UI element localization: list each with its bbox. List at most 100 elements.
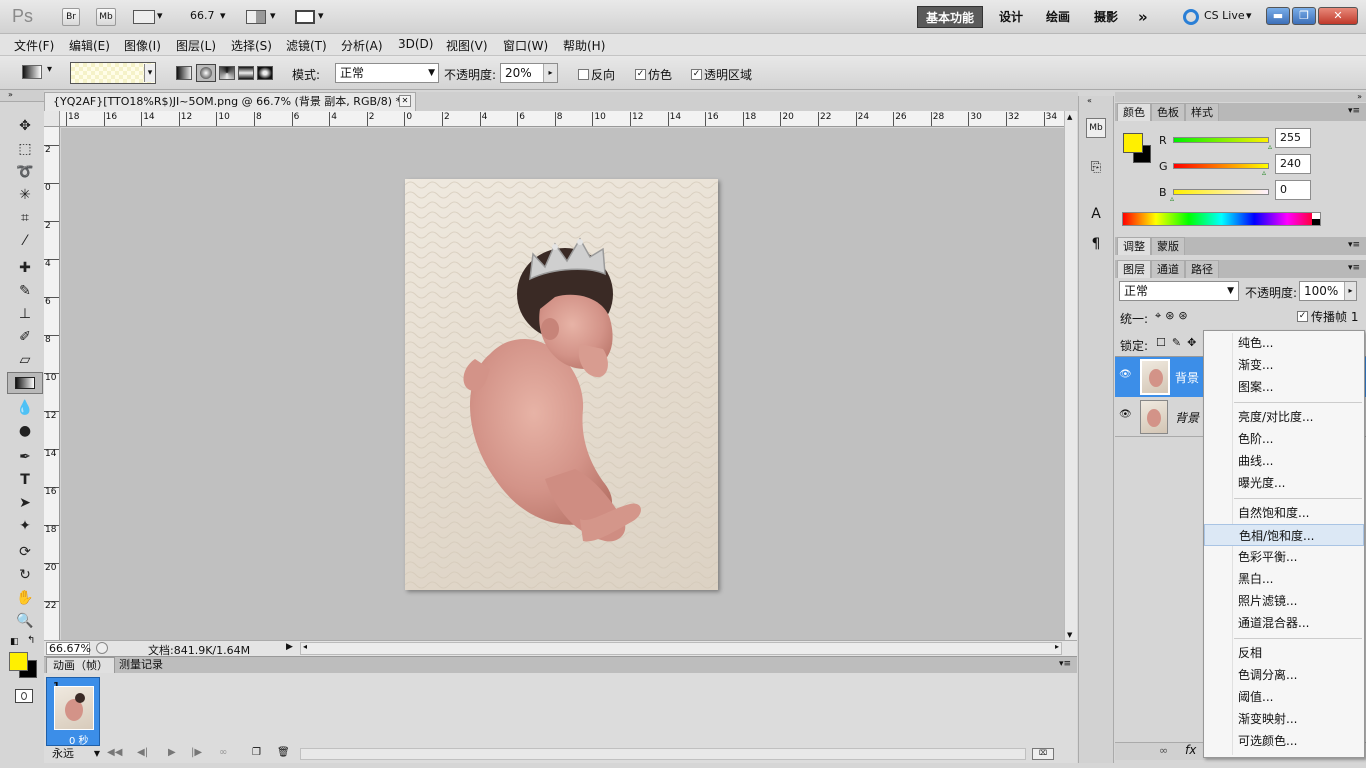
eyedropper-tool-icon[interactable]: ⁄: [7, 230, 43, 252]
chevron-down-icon[interactable]: ▾: [1246, 9, 1252, 22]
tab-paths[interactable]: 路径: [1185, 260, 1219, 278]
menu-item-gradient[interactable]: 渐变...: [1204, 354, 1364, 376]
menu-item-levels[interactable]: 色阶...: [1204, 428, 1364, 450]
tool-preset-icon[interactable]: [22, 65, 42, 79]
menu-item-invert[interactable]: 反相: [1204, 642, 1364, 664]
menu-item-pattern[interactable]: 图案...: [1204, 376, 1364, 398]
pen-tool-icon[interactable]: ✒: [7, 446, 43, 468]
foreground-color-swatch[interactable]: [9, 652, 28, 671]
panel-menu-icon[interactable]: ▾≡: [1348, 240, 1360, 250]
hand-tool-icon[interactable]: ✋: [7, 587, 43, 609]
marquee-tool-icon[interactable]: ⬚: [7, 138, 43, 160]
zoom-input[interactable]: 66.67%: [46, 642, 91, 655]
angle-gradient-icon[interactable]: [219, 66, 235, 80]
screen-mode-icon[interactable]: [295, 10, 315, 24]
animation-frame[interactable]: 1 0 秒: [46, 677, 100, 747]
chevron-up-icon[interactable]: ▲: [1067, 113, 1072, 121]
menu-layer[interactable]: 图层(L): [176, 37, 216, 54]
reflected-gradient-icon[interactable]: [238, 66, 254, 80]
g-slider[interactable]: ▵: [1173, 163, 1269, 177]
slider-handle-icon[interactable]: ▵: [1268, 142, 1272, 151]
color-spectrum-bar[interactable]: [1122, 212, 1321, 226]
minimize-icon[interactable]: ▬: [1266, 7, 1290, 25]
path-selection-tool-icon[interactable]: ➤: [7, 492, 43, 514]
r-slider[interactable]: ▵: [1173, 137, 1272, 151]
chevron-down-icon[interactable]: ▾: [220, 9, 226, 22]
paragraph-panel-icon[interactable]: ¶: [1086, 236, 1106, 256]
tab-channels[interactable]: 通道: [1151, 260, 1185, 278]
tween-icon[interactable]: ∞: [219, 747, 227, 758]
chevron-right-icon[interactable]: ▸: [543, 64, 557, 82]
panel-menu-icon[interactable]: ▾≡: [1348, 263, 1360, 273]
character-panel-icon[interactable]: A: [1086, 206, 1106, 226]
status-menu-icon[interactable]: ▶: [286, 642, 293, 652]
menu-item-selective-color[interactable]: 可选颜色...: [1204, 730, 1364, 752]
menu-item-vibrance[interactable]: 自然饱和度...: [1204, 502, 1364, 524]
clone-stamp-tool-icon[interactable]: ⊥: [7, 303, 43, 325]
menu-item-posterize[interactable]: 色调分离...: [1204, 664, 1364, 686]
convert-to-timeline-icon[interactable]: ⌧: [1032, 748, 1054, 760]
view-extras-icon[interactable]: [133, 10, 155, 24]
default-colors-icon[interactable]: ◧: [10, 637, 19, 647]
zoom-level-display[interactable]: 66.7: [190, 9, 215, 22]
menu-edit[interactable]: 编辑(E): [69, 37, 110, 54]
menu-item-curves[interactable]: 曲线...: [1204, 450, 1364, 472]
chevron-down-icon[interactable]: ▾: [47, 64, 52, 75]
menu-item-threshold[interactable]: 阈值...: [1204, 686, 1364, 708]
zoom-tool-icon[interactable]: 🔍: [7, 610, 43, 632]
tab-masks[interactable]: 蒙版: [1151, 237, 1185, 255]
opacity-input[interactable]: 20% ▸: [500, 63, 558, 83]
menu-item-gradient-map[interactable]: 渐变映射...: [1204, 708, 1364, 730]
menu-view[interactable]: 视图(V): [446, 37, 488, 54]
chevron-down-icon[interactable]: ▼: [1067, 631, 1072, 639]
toolbox-collapse-icon[interactable]: »: [0, 90, 44, 102]
eraser-tool-icon[interactable]: ▱: [7, 349, 43, 371]
menu-window[interactable]: 窗口(W): [503, 37, 548, 54]
radial-gradient-icon[interactable]: [196, 64, 216, 82]
history-panel-icon[interactable]: ⎘: [1086, 160, 1106, 180]
link-layers-icon[interactable]: ∞: [1159, 744, 1168, 757]
blend-mode-select[interactable]: 正常 ▼: [1119, 281, 1239, 301]
next-frame-icon[interactable]: |▶: [191, 747, 202, 758]
mini-bridge-panel-icon[interactable]: Mb: [1086, 118, 1106, 138]
first-frame-icon[interactable]: ◀◀: [107, 747, 122, 758]
panel-menu-icon[interactable]: ▾≡: [1348, 106, 1360, 116]
close-icon[interactable]: ✕: [399, 95, 411, 107]
unify-options-icon[interactable]: ⌖⊛⊛: [1155, 309, 1192, 323]
mode-select[interactable]: 正常 ▼: [335, 63, 439, 83]
loop-select[interactable]: 永远 ▼: [48, 747, 102, 761]
vertical-scrollbar[interactable]: ▲ ▼: [1064, 111, 1077, 641]
tab-color[interactable]: 颜色: [1117, 103, 1151, 121]
menu-item-brightness-contrast[interactable]: 亮度/对比度...: [1204, 406, 1364, 428]
3d-rotate-tool-icon[interactable]: ⟳: [7, 541, 43, 563]
menu-image[interactable]: 图像(I): [124, 37, 161, 54]
tab-styles[interactable]: 样式: [1185, 103, 1219, 121]
menu-filter[interactable]: 滤镜(T): [286, 37, 327, 54]
more-workspaces-icon[interactable]: »: [1130, 6, 1156, 28]
eye-icon[interactable]: 👁: [1119, 369, 1135, 383]
menu-item-black-white[interactable]: 黑白...: [1204, 568, 1364, 590]
layer-opacity-input[interactable]: 100% ▸: [1299, 281, 1357, 301]
linear-gradient-icon[interactable]: [176, 66, 192, 80]
b-slider[interactable]: ▵: [1170, 189, 1269, 203]
swap-colors-icon[interactable]: ↰: [27, 635, 35, 646]
workspace-painting[interactable]: 绘画: [1038, 6, 1078, 28]
menu-item-exposure[interactable]: 曝光度...: [1204, 472, 1364, 494]
brush-tool-icon[interactable]: ✎: [7, 280, 43, 302]
tab-animation[interactable]: 动画（帧）: [46, 657, 115, 673]
chevron-right-icon[interactable]: ▸: [1055, 642, 1059, 651]
arrange-documents-icon[interactable]: [246, 10, 266, 24]
r-value-input[interactable]: 255: [1275, 128, 1311, 148]
type-tool-icon[interactable]: T: [7, 469, 43, 491]
right-dock-collapse-icon[interactable]: »: [1115, 92, 1366, 102]
mini-bridge-button[interactable]: Mb: [96, 8, 116, 26]
menu-select[interactable]: 选择(S): [231, 37, 272, 54]
workspace-essentials[interactable]: 基本功能: [917, 6, 984, 28]
menu-item-color-balance[interactable]: 色彩平衡...: [1204, 546, 1364, 568]
status-info-icon[interactable]: [96, 642, 108, 654]
menu-item-hue-saturation[interactable]: 色相/饱和度...: [1204, 524, 1364, 546]
menu-3d[interactable]: 3D(D): [398, 37, 433, 51]
foreground-color-swatch[interactable]: [1123, 133, 1143, 153]
chevron-down-icon[interactable]: ▾: [157, 9, 163, 22]
b-value-input[interactable]: 0: [1275, 180, 1311, 200]
